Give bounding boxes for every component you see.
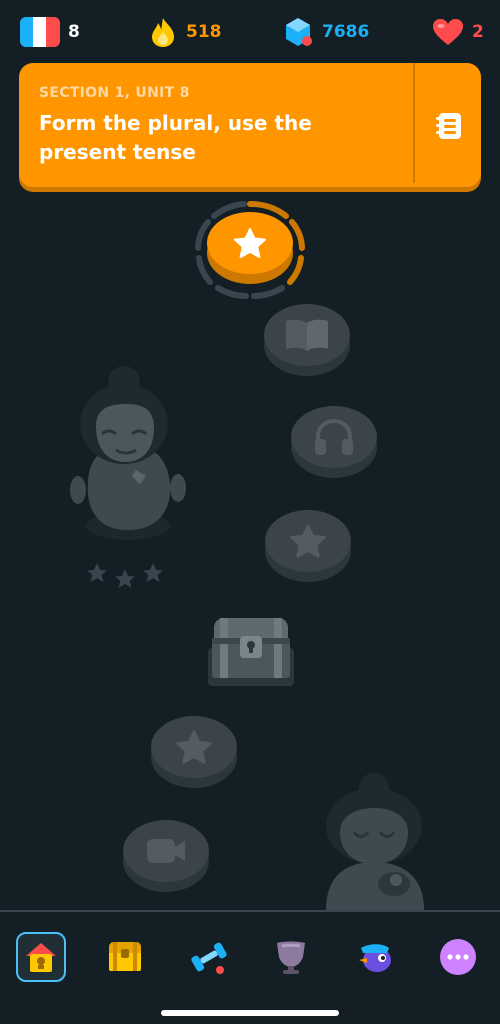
heart-icon xyxy=(433,19,463,45)
character-illustration-right xyxy=(326,773,424,910)
guidebook-icon[interactable] xyxy=(429,107,469,143)
gems-counter[interactable]: 7686 xyxy=(284,16,369,48)
chest-icon[interactable] xyxy=(206,614,296,690)
character-illustration-left xyxy=(70,366,186,540)
bird-icon xyxy=(359,944,391,972)
unit-title: Form the plural, use the present tense xyxy=(39,111,312,164)
dumbbell-icon xyxy=(191,942,227,974)
star-icon xyxy=(234,228,266,258)
nav-chest[interactable] xyxy=(100,932,150,982)
gems-count: 7686 xyxy=(322,22,370,42)
france-flag-icon xyxy=(20,17,60,47)
book-icon xyxy=(286,319,328,351)
star-icon xyxy=(176,730,212,764)
lesson-node-star[interactable] xyxy=(265,510,351,582)
bottom-nav xyxy=(0,910,500,1024)
more-icon xyxy=(440,939,476,975)
video-icon xyxy=(147,839,185,863)
level-stars xyxy=(87,563,163,588)
streak-counter[interactable]: 518 xyxy=(148,16,222,48)
course-count: 8 xyxy=(68,22,80,42)
nav-leagues[interactable] xyxy=(266,932,316,982)
gem-icon xyxy=(286,18,312,46)
unit-banner[interactable]: SECTION 1, UNIT 8 Form the plural, use t… xyxy=(19,63,481,187)
star-icon xyxy=(290,524,326,558)
streak-count: 518 xyxy=(186,22,222,42)
flame-icon xyxy=(152,18,174,47)
home-icon xyxy=(26,943,56,972)
section-label: SECTION 1, UNIT 8 xyxy=(39,85,190,101)
nav-practice[interactable] xyxy=(184,932,234,982)
shield-icon xyxy=(277,941,305,974)
nav-more[interactable] xyxy=(433,932,483,982)
nav-home[interactable] xyxy=(16,932,66,982)
nav-quests[interactable] xyxy=(350,932,400,982)
lesson-node-book[interactable] xyxy=(264,304,350,376)
lesson-node-video[interactable] xyxy=(123,820,209,892)
home-indicator xyxy=(161,1010,339,1016)
hearts-count: 2 xyxy=(472,22,484,42)
lesson-node-listening[interactable] xyxy=(291,406,377,478)
course-selector[interactable]: 8 xyxy=(20,16,80,48)
lesson-node-current[interactable] xyxy=(207,212,293,284)
banner-divider xyxy=(413,63,415,183)
headphones-icon xyxy=(315,418,353,455)
chest-icon xyxy=(109,942,141,971)
hearts-counter[interactable]: 2 xyxy=(432,16,484,48)
lesson-node-star-2[interactable] xyxy=(151,716,237,788)
